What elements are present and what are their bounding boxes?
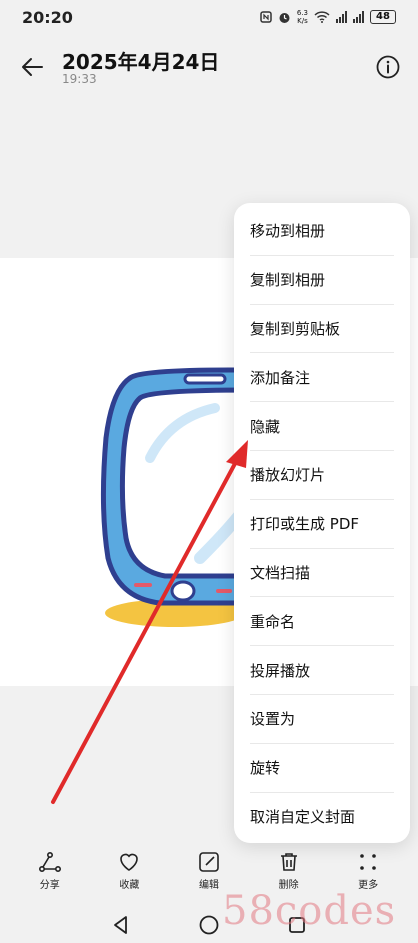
trash-icon <box>280 853 297 871</box>
share-button[interactable]: 分享 <box>20 850 80 891</box>
menu-item[interactable]: 移动到相册 <box>250 207 394 256</box>
menu-item[interactable]: 投屏播放 <box>250 646 394 695</box>
menu-item[interactable]: 旋转 <box>250 744 394 793</box>
share-icon <box>38 851 61 872</box>
nav-home-icon[interactable] <box>198 914 220 936</box>
nfc-icon <box>260 11 272 23</box>
battery-icon: 48 <box>370 10 396 24</box>
alarm-icon <box>278 11 291 24</box>
edit-button[interactable]: 编辑 <box>179 850 239 891</box>
nav-back-icon[interactable] <box>110 914 132 936</box>
speed-value: 6.3 <box>296 9 308 17</box>
more-button[interactable]: 更多 <box>338 850 398 891</box>
wifi-icon <box>314 11 330 23</box>
menu-item[interactable]: 隐藏 <box>250 402 394 451</box>
menu-item[interactable]: 取消自定义封面 <box>250 793 394 842</box>
more-options-menu: 移动到相册 复制到相册 复制到剪贴板 添加备注 隐藏 播放幻灯片 打印或生成 PDF 文档扫描… <box>234 203 410 843</box>
signal-icon <box>336 11 347 23</box>
status-icons: 6.3 K/s 48 <box>260 9 396 25</box>
favorite-button[interactable]: 收藏 <box>99 850 159 891</box>
delete-button[interactable]: 删除 <box>259 850 319 891</box>
page-title: 2025年4月24日 <box>62 50 220 74</box>
signal-icon-2 <box>353 11 364 23</box>
menu-item[interactable]: 播放幻灯片 <box>250 451 394 500</box>
menu-item[interactable]: 复制到剪贴板 <box>250 305 394 354</box>
page-subtitle: 19:33 <box>62 72 97 86</box>
edit-icon <box>199 852 219 872</box>
header: 2025年4月24日 19:33 <box>0 40 418 96</box>
menu-item[interactable]: 重命名 <box>250 597 394 647</box>
menu-item[interactable]: 打印或生成 PDF <box>250 500 394 549</box>
network-speed: 6.3 K/s <box>297 9 308 25</box>
edit-label: 编辑 <box>198 880 219 891</box>
heart-icon <box>120 853 139 871</box>
menu-item[interactable]: 文档扫描 <box>250 549 394 598</box>
menu-item[interactable]: 添加备注 <box>250 353 394 403</box>
favorite-label: 收藏 <box>119 880 140 891</box>
status-time: 20:20 <box>22 7 73 27</box>
menu-item[interactable]: 设置为 <box>250 695 394 744</box>
share-label: 分享 <box>39 880 60 891</box>
more-icon <box>360 854 376 870</box>
back-arrow-icon[interactable] <box>20 54 46 80</box>
watermark: 58codes <box>222 888 397 934</box>
speed-unit: K/s <box>297 17 308 25</box>
status-bar: 20:20 6.3 K/s 48 <box>0 0 418 34</box>
info-icon[interactable] <box>375 54 401 80</box>
menu-item[interactable]: 复制到相册 <box>250 256 394 305</box>
